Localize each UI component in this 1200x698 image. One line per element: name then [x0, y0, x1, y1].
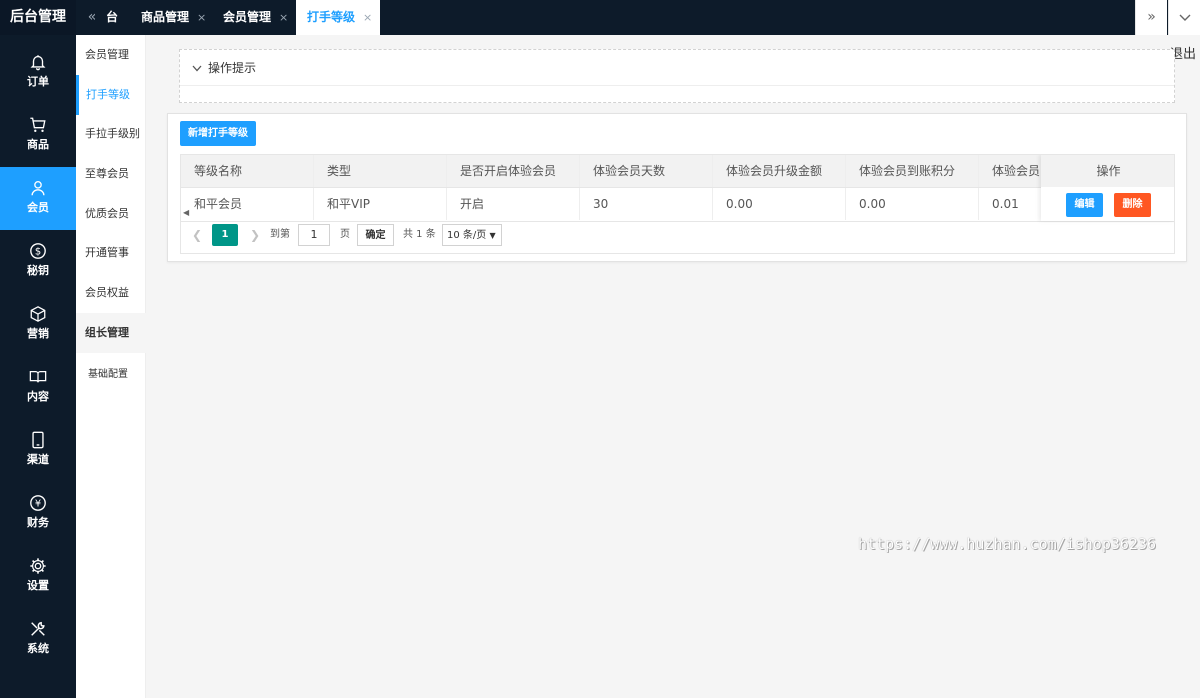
dollar-icon: $	[30, 243, 46, 259]
tab-member-management[interactable]: 会员管理 ×	[223, 0, 293, 35]
table-header-cell: 体验会员升级金额	[713, 155, 846, 187]
sidebar-item-label: 系统	[27, 642, 49, 655]
current-page[interactable]: 1	[212, 224, 238, 246]
sidebar-item-settings[interactable]: 设置	[0, 545, 76, 608]
tabs-scroll-left-icon[interactable]: «	[80, 0, 104, 35]
sub-menu: 会员管理 打手等级 手拉手级别 至尊会员 优质会员 开通管事 会员权益 组长管理…	[76, 35, 146, 698]
edit-button[interactable]: 编辑	[1066, 193, 1103, 217]
goto-confirm-button[interactable]: 确定	[357, 224, 394, 246]
tab-player-level[interactable]: 打手等级 ×	[296, 0, 380, 35]
sidebar-item-system[interactable]: 系统	[0, 608, 76, 671]
submenu-item-supreme-member[interactable]: 至尊会员	[76, 154, 146, 194]
yen-icon: ¥	[30, 495, 46, 511]
table-header-cell: 体验会员到账积分	[846, 155, 979, 187]
main-sidebar: 订单 商品 会员 $ 秘钥 营销 内容 渠道 ¥ 财务 设置 系统	[0, 35, 76, 698]
table-header-cell: 等级名称	[181, 155, 314, 187]
tab-label: 打手等级	[307, 10, 356, 24]
operation-tips-title: 操作提示	[208, 61, 257, 75]
submenu-item-quality-member[interactable]: 优质会员	[76, 194, 146, 234]
sidebar-item-products[interactable]: 商品	[0, 104, 76, 167]
brand-title: 后台管理	[0, 0, 76, 35]
tab-home[interactable]: 台	[106, 0, 124, 35]
tools-icon	[31, 621, 45, 636]
page-unit-label: 页	[340, 229, 350, 240]
gear-icon	[30, 558, 46, 574]
phone-icon	[32, 431, 44, 449]
bell-icon	[30, 55, 46, 71]
table-header-cell: 类型	[314, 155, 447, 187]
close-icon[interactable]: ×	[363, 11, 372, 24]
table-header-cell: 体验会员	[979, 155, 1049, 187]
table-cell: 和平会员	[181, 188, 314, 220]
chevron-down-icon	[192, 50, 202, 86]
submenu-item-player-level[interactable]: 打手等级	[76, 75, 146, 115]
tab-label: 商品管理	[141, 10, 190, 24]
svg-text:$: $	[35, 247, 41, 258]
submenu-item-member-management[interactable]: 会员管理	[76, 35, 146, 75]
sidebar-item-label: 订单	[27, 75, 49, 88]
action-header: 操作	[1041, 155, 1174, 187]
sidebar-item-finance[interactable]: ¥ 财务	[0, 482, 76, 545]
sidebar-item-members[interactable]: 会员	[0, 167, 76, 230]
table-cell: 0.00	[713, 188, 846, 220]
goto-page-input[interactable]	[298, 224, 330, 246]
sidebar-item-label: 秘钥	[27, 264, 49, 277]
chevron-down-icon: ▼	[489, 231, 496, 240]
sidebar-item-label: 会员	[27, 201, 49, 214]
watermark-text: https://www.huzhan.com/ishop36236	[858, 535, 1157, 553]
table-header-cell: 体验会员天数	[580, 155, 713, 187]
goto-label: 到第	[270, 229, 290, 240]
svg-text:¥: ¥	[35, 499, 41, 510]
submenu-item-hand-in-hand-level[interactable]: 手拉手级别	[76, 114, 146, 154]
page-size-value: 10 条/页	[447, 230, 487, 241]
operation-tips-header[interactable]: 操作提示	[180, 50, 1174, 86]
sidebar-item-label: 商品	[27, 138, 49, 151]
next-page-icon[interactable]: ❯	[250, 224, 260, 246]
chevron-down-icon[interactable]	[1168, 0, 1200, 35]
scroll-left-icon[interactable]: ◀	[183, 208, 189, 217]
sidebar-item-label: 内容	[27, 390, 49, 403]
sidebar-item-channels[interactable]: 渠道	[0, 419, 76, 482]
tab-product-management[interactable]: 商品管理 ×	[141, 0, 217, 35]
table-action-column: 操作 编辑 删除	[1041, 155, 1174, 221]
table-cell: 0.01	[979, 188, 1049, 220]
sidebar-item-label: 财务	[27, 516, 49, 529]
submenu-item-open-manager[interactable]: 开通管事	[76, 233, 146, 273]
sidebar-item-label: 渠道	[27, 453, 49, 466]
cart-icon	[30, 117, 46, 133]
total-count: 共 1 条	[403, 229, 436, 240]
table-cell: 开启	[447, 188, 580, 220]
submenu-group-team-leader[interactable]: 组长管理	[76, 313, 146, 353]
operation-tips-panel: 操作提示	[179, 49, 1175, 103]
sidebar-item-label: 设置	[27, 579, 49, 592]
user-icon	[31, 181, 45, 196]
add-player-level-button[interactable]: 新增打手等级	[180, 121, 256, 146]
tab-label: 台	[106, 10, 119, 24]
tabs-scroll-right-icon[interactable]: »	[1135, 0, 1167, 35]
sidebar-item-label: 营销	[27, 327, 49, 340]
page-size-select[interactable]: 10 条/页 ▼	[442, 224, 502, 246]
submenu-item-basic-config[interactable]: 基础配置	[76, 355, 146, 395]
table-header-cell: 是否开启体验会员	[447, 155, 580, 187]
sidebar-item-orders[interactable]: 订单	[0, 41, 76, 104]
table-cell: 和平VIP	[314, 188, 447, 220]
box-icon	[30, 306, 46, 322]
table-cell: 0.00	[846, 188, 979, 220]
tab-label: 会员管理	[223, 10, 272, 24]
table-divider	[181, 221, 1174, 222]
delete-button[interactable]: 删除	[1114, 193, 1151, 217]
level-list-card: 新增打手等级 等级名称 类型 是否开启体验会员 体验会员天数 体验会员升级金额 …	[167, 113, 1187, 262]
submenu-item-member-rights[interactable]: 会员权益	[76, 273, 146, 313]
book-icon	[29, 370, 47, 383]
close-icon[interactable]: ×	[197, 11, 206, 24]
sidebar-item-content[interactable]: 内容	[0, 356, 76, 419]
prev-page-icon[interactable]: ❮	[192, 224, 202, 246]
table-cell: 30	[580, 188, 713, 220]
close-icon[interactable]: ×	[279, 11, 288, 24]
sidebar-item-keys[interactable]: $ 秘钥	[0, 230, 76, 293]
sidebar-item-marketing[interactable]: 营销	[0, 293, 76, 356]
top-bar: 后台管理 « 台 商品管理 × 会员管理 × 打手等级 × »	[0, 0, 1200, 35]
